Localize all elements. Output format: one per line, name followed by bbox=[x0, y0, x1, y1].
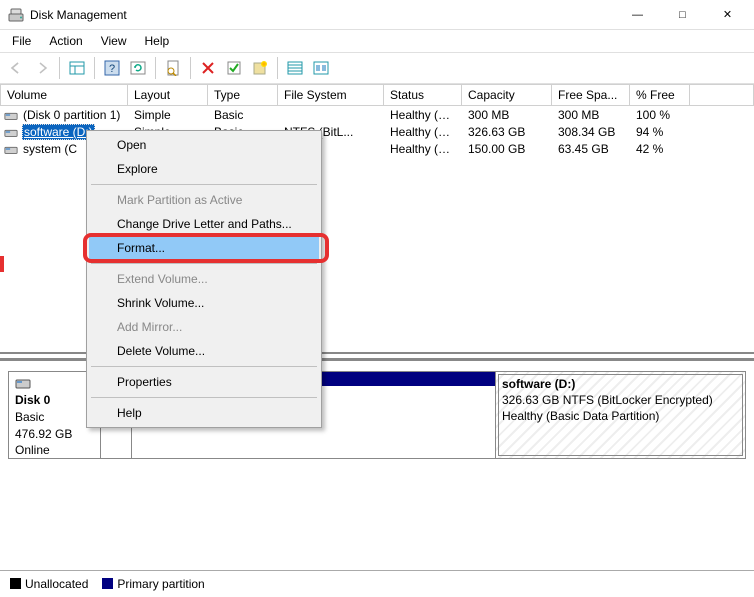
volume-name: system (C bbox=[22, 142, 78, 156]
col-capacity[interactable]: Capacity bbox=[462, 84, 552, 106]
capacity-cell: 300 MB bbox=[462, 108, 552, 122]
cm-extend: Extend Volume... bbox=[89, 267, 319, 291]
separator bbox=[155, 57, 156, 79]
titlebar: Disk Management — □ ✕ bbox=[0, 0, 754, 30]
separator bbox=[91, 397, 317, 398]
col-type[interactable]: Type bbox=[208, 84, 278, 106]
partition-line: Healthy (Basic Data Partition) bbox=[502, 408, 739, 424]
swatch-icon bbox=[102, 578, 113, 589]
column-headers: Volume Layout Type File System Status Ca… bbox=[0, 84, 754, 106]
delete-icon[interactable] bbox=[196, 56, 220, 80]
svg-text:?: ? bbox=[109, 63, 115, 75]
menu-action[interactable]: Action bbox=[41, 32, 90, 50]
free-cell: 308.34 GB bbox=[552, 125, 630, 139]
cm-add-mirror: Add Mirror... bbox=[89, 315, 319, 339]
cm-label: Format... bbox=[117, 241, 165, 255]
free-cell: 300 MB bbox=[552, 108, 630, 122]
separator bbox=[91, 366, 317, 367]
back-button[interactable] bbox=[4, 56, 28, 80]
volume-icon bbox=[4, 142, 18, 156]
status-cell: Healthy (B... bbox=[384, 125, 462, 139]
swatch-icon bbox=[10, 578, 21, 589]
disk-icon bbox=[15, 376, 94, 392]
col-extra bbox=[690, 84, 754, 106]
cm-change-drive-letter[interactable]: Change Drive Letter and Paths... bbox=[89, 212, 319, 236]
col-volume[interactable]: Volume bbox=[0, 84, 128, 106]
legend-unallocated: Unallocated bbox=[10, 577, 88, 591]
free-cell: 63.45 GB bbox=[552, 142, 630, 156]
layout-cell: Simple bbox=[128, 108, 208, 122]
type-cell: Basic bbox=[208, 108, 278, 122]
volume-name: (Disk 0 partition 1) bbox=[22, 108, 121, 122]
separator bbox=[277, 57, 278, 79]
menu-view[interactable]: View bbox=[93, 32, 135, 50]
disk-name: Disk 0 bbox=[15, 392, 94, 409]
legend-label: Unallocated bbox=[25, 577, 88, 591]
cm-format[interactable]: Format... bbox=[89, 236, 319, 260]
toolbar: ? bbox=[0, 52, 754, 84]
col-status[interactable]: Status bbox=[384, 84, 462, 106]
legend-primary: Primary partition bbox=[102, 577, 204, 591]
new-volume-icon[interactable] bbox=[248, 56, 272, 80]
cm-shrink[interactable]: Shrink Volume... bbox=[89, 291, 319, 315]
separator bbox=[91, 184, 317, 185]
graphical-view-icon[interactable] bbox=[309, 56, 333, 80]
context-menu: Open Explore Mark Partition as Active Ch… bbox=[86, 130, 322, 428]
volume-icon bbox=[4, 108, 18, 122]
disk-type: Basic bbox=[15, 409, 94, 426]
properties-icon[interactable] bbox=[161, 56, 185, 80]
partition-title: software (D:) bbox=[502, 376, 739, 392]
col-freespace[interactable]: Free Spa... bbox=[552, 84, 630, 106]
app-icon bbox=[8, 7, 24, 23]
status-cell: Healthy (B... bbox=[384, 142, 462, 156]
legend: Unallocated Primary partition bbox=[0, 570, 754, 597]
help-icon[interactable]: ? bbox=[100, 56, 124, 80]
cm-explore[interactable]: Explore bbox=[89, 157, 319, 181]
pctfree-cell: 100 % bbox=[630, 108, 690, 122]
forward-button[interactable] bbox=[30, 56, 54, 80]
disk-state: Online bbox=[15, 442, 94, 459]
detail-view-icon[interactable] bbox=[283, 56, 307, 80]
red-marker bbox=[0, 256, 4, 272]
disk-size: 476.92 GB bbox=[15, 426, 94, 443]
cm-help[interactable]: Help bbox=[89, 401, 319, 425]
volume-name: software (D:) bbox=[22, 124, 95, 140]
cm-open[interactable]: Open bbox=[89, 133, 319, 157]
partition-selected[interactable]: software (D:) 326.63 GB NTFS (BitLocker … bbox=[495, 372, 745, 458]
close-button[interactable]: ✕ bbox=[705, 1, 750, 29]
capacity-cell: 150.00 GB bbox=[462, 142, 552, 156]
volume-row[interactable]: (Disk 0 partition 1) Simple Basic Health… bbox=[0, 106, 754, 123]
col-layout[interactable]: Layout bbox=[128, 84, 208, 106]
status-cell: Healthy (E... bbox=[384, 108, 462, 122]
separator bbox=[59, 57, 60, 79]
col-pctfree[interactable]: % Free bbox=[630, 84, 690, 106]
menubar: File Action View Help bbox=[0, 30, 754, 52]
separator bbox=[190, 57, 191, 79]
volume-icon bbox=[4, 125, 18, 139]
cm-delete[interactable]: Delete Volume... bbox=[89, 339, 319, 363]
menu-file[interactable]: File bbox=[4, 32, 39, 50]
pctfree-cell: 94 % bbox=[630, 125, 690, 139]
separator bbox=[94, 57, 95, 79]
col-filesystem[interactable]: File System bbox=[278, 84, 384, 106]
partition-body: software (D:) 326.63 GB NTFS (BitLocker … bbox=[496, 372, 745, 458]
pctfree-cell: 42 % bbox=[630, 142, 690, 156]
separator bbox=[91, 263, 317, 264]
minimize-button[interactable]: — bbox=[615, 1, 660, 29]
check-icon[interactable] bbox=[222, 56, 246, 80]
view-settings-icon[interactable] bbox=[65, 56, 89, 80]
capacity-cell: 326.63 GB bbox=[462, 125, 552, 139]
cm-properties[interactable]: Properties bbox=[89, 370, 319, 394]
cm-mark-active: Mark Partition as Active bbox=[89, 188, 319, 212]
window-title: Disk Management bbox=[30, 8, 615, 22]
maximize-button[interactable]: □ bbox=[660, 1, 705, 29]
refresh-icon[interactable] bbox=[126, 56, 150, 80]
menu-help[interactable]: Help bbox=[137, 32, 178, 50]
partition-line: 326.63 GB NTFS (BitLocker Encrypted) bbox=[502, 392, 739, 408]
legend-label: Primary partition bbox=[117, 577, 204, 591]
